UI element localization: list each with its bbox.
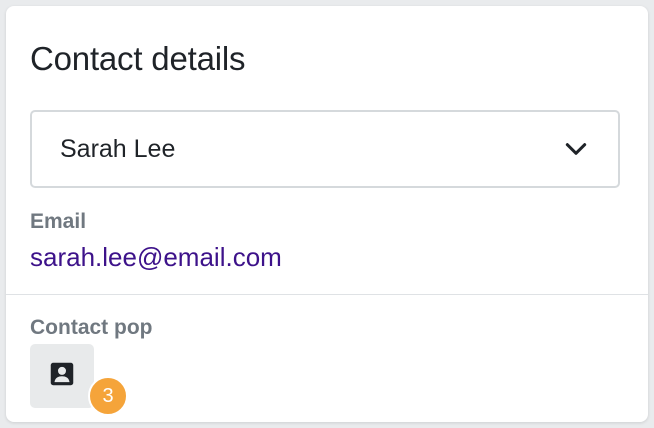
email-label: Email (30, 210, 87, 233)
contact-pop-button[interactable] (30, 344, 94, 408)
contact-select-value: Sarah Lee (60, 134, 176, 163)
contact-select[interactable]: Sarah Lee (30, 110, 620, 188)
contact-pop-count-badge: 3 (88, 376, 128, 416)
divider (6, 294, 648, 295)
contact-card-icon (47, 359, 77, 394)
contact-pop-label: Contact pop (30, 316, 153, 339)
card-title: Contact details (30, 40, 246, 77)
email-link[interactable]: sarah.lee@email.com (30, 242, 282, 273)
contact-details-card: Contact details Sarah Lee Email sarah.le… (6, 6, 648, 422)
chevron-down-icon (562, 135, 590, 163)
